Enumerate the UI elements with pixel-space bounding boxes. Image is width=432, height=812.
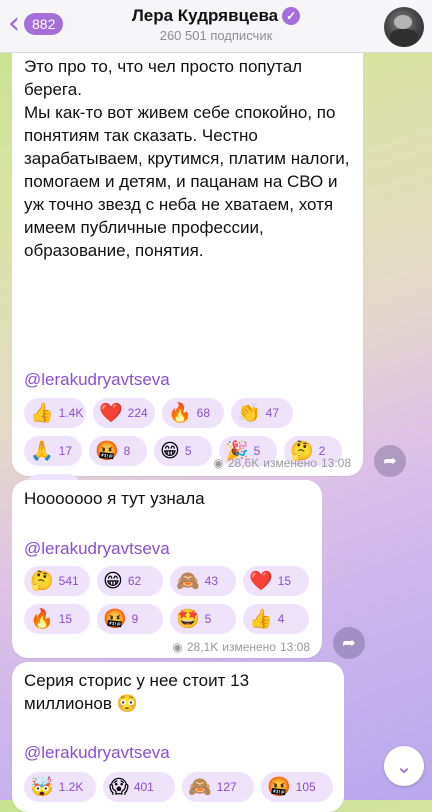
reaction-count: 17 [58, 444, 73, 458]
reaction-chip[interactable]: 👏 47 [231, 398, 293, 428]
reaction-chip[interactable]: 🔥 15 [24, 604, 90, 634]
reaction-chip[interactable]: 😁 62 [97, 566, 163, 596]
chat-header: ‹ 882 Лера Кудрявцева ✓ 260 501 подписчи… [0, 0, 432, 53]
reaction-chip[interactable]: 🤩 5 [170, 604, 236, 634]
reaction-count: 5 [204, 612, 212, 626]
scroll-down-button[interactable]: ⌄ [384, 746, 424, 786]
thinking-face-icon: 🤔 [30, 570, 54, 592]
view-count: 28,1K [186, 640, 219, 654]
reaction-chip[interactable]: 🙈 43 [170, 566, 236, 596]
reaction-chip[interactable]: 👍 1.4K [24, 398, 86, 428]
reaction-count: 127 [216, 780, 237, 794]
reaction-count: 47 [265, 406, 280, 420]
heart-icon: ❤️ [249, 570, 273, 592]
channel-info[interactable]: Лера Кудрявцева ✓ 260 501 подписчик [0, 6, 432, 43]
thumbs-up-icon: 👍 [30, 402, 54, 424]
reaction-count: 1.4K [58, 406, 84, 420]
eye-icon: ◉ [213, 456, 224, 470]
subscriber-count: 260 501 подписчик [159, 28, 273, 43]
screaming-face-icon: 😱 [109, 776, 129, 798]
view-count: 28,6K [227, 456, 260, 470]
channel-title: Лера Кудрявцева [131, 6, 279, 25]
thumbs-up-icon: 👍 [249, 608, 273, 630]
reaction-count: 15 [58, 612, 73, 626]
message-meta: ◉ 28,1K изменено 13:08 [172, 640, 310, 654]
reaction-count: 68 [196, 406, 211, 420]
see-no-evil-monkey-icon: 🙈 [176, 570, 200, 592]
reaction-count: 541 [58, 574, 79, 588]
reaction-chip[interactable]: 🙈 127 [182, 772, 254, 802]
cursing-face-icon: 🤬 [267, 776, 291, 798]
reaction-count: 5 [184, 444, 192, 458]
avatar[interactable] [384, 7, 424, 47]
fire-icon: 🔥 [30, 608, 54, 630]
message-text: Серия сторис у нее стоит 13 миллионов 😳 [24, 671, 250, 713]
share-button[interactable]: ➦ [374, 445, 406, 477]
reactions-list: 🤔 541 😁 62 🙈 43 ❤️ 15 🔥 15 🤬 9 🤩 5 👍 4 [24, 566, 314, 634]
reaction-chip[interactable]: ❤️ 224 [93, 398, 155, 428]
verified-badge-icon: ✓ [282, 7, 301, 25]
clapping-hands-icon: 👏 [237, 402, 261, 424]
star-struck-icon: 🤩 [176, 608, 200, 630]
reaction-count: 9 [131, 612, 139, 626]
reaction-count: 4 [277, 612, 285, 626]
chevron-down-icon: ⌄ [395, 754, 413, 778]
eye-icon: ◉ [172, 640, 183, 654]
share-button[interactable]: ➦ [333, 627, 365, 659]
reaction-chip[interactable]: 🤬 105 [261, 772, 333, 802]
edited-label: изменено [263, 456, 317, 470]
grinning-face-icon: 😁 [103, 570, 123, 592]
share-arrow-icon: ➦ [342, 633, 356, 652]
fire-icon: 🔥 [168, 402, 192, 424]
see-no-evil-monkey-icon: 🙈 [188, 776, 212, 798]
reaction-chip[interactable]: 🙏 17 [24, 436, 82, 466]
reaction-count: 105 [295, 780, 316, 794]
reaction-chip[interactable]: 🤬 8 [89, 436, 147, 466]
cursing-face-icon: 🤬 [95, 440, 119, 462]
message-time: 13:08 [279, 640, 310, 654]
reaction-count: 15 [277, 574, 292, 588]
reaction-chip[interactable]: 🤯 1.2K [24, 772, 96, 802]
reaction-count: 1.2K [58, 780, 84, 794]
folded-hands-icon: 🙏 [30, 440, 54, 462]
reaction-count: 8 [123, 444, 131, 458]
reaction-chip[interactable]: 🤔 541 [24, 566, 90, 596]
edited-label: изменено [222, 640, 276, 654]
grinning-face-icon: 😁 [160, 440, 180, 462]
reaction-chip[interactable]: ❤️ 15 [243, 566, 309, 596]
message-text: Нооооооо я тут узнала [24, 489, 205, 508]
reaction-chip[interactable]: 😁 5 [154, 436, 212, 466]
channel-link[interactable]: @lerakudryavtseva [24, 743, 170, 763]
reaction-chip[interactable]: 🤬 9 [97, 604, 163, 634]
reaction-count: 224 [127, 406, 148, 420]
reaction-count: 62 [127, 574, 142, 588]
message-bubble[interactable]: Серия сторис у нее стоит 13 миллионов 😳 … [12, 662, 344, 812]
reaction-chip[interactable]: 🔥 68 [162, 398, 224, 428]
message-meta: ◉ 28,6K изменено 13:08 [213, 456, 351, 470]
exploding-head-icon: 🤯 [30, 776, 54, 798]
reaction-count: 43 [204, 574, 219, 588]
message-text: Это про то, что чел просто попутал берег… [24, 57, 350, 260]
channel-link[interactable]: @lerakudryavtseva [24, 370, 170, 390]
channel-link[interactable]: @lerakudryavtseva [24, 539, 170, 559]
heart-icon: ❤️ [99, 402, 123, 424]
cursing-face-icon: 🤬 [103, 608, 127, 630]
message-time: 13:08 [320, 456, 351, 470]
share-arrow-icon: ➦ [383, 451, 397, 470]
reactions-list: 🤯 1.2K 😱 401 🙈 127 🤬 105 [24, 772, 344, 802]
reaction-chip[interactable]: 👍 4 [243, 604, 309, 634]
reaction-count: 401 [133, 780, 154, 794]
message-bubble[interactable]: Это про то, что чел просто попутал берег… [12, 40, 363, 504]
message-bubble[interactable]: Нооооооо я тут узнала @lerakudryavtseva … [12, 480, 322, 658]
reaction-chip[interactable]: 😱 401 [103, 772, 175, 802]
